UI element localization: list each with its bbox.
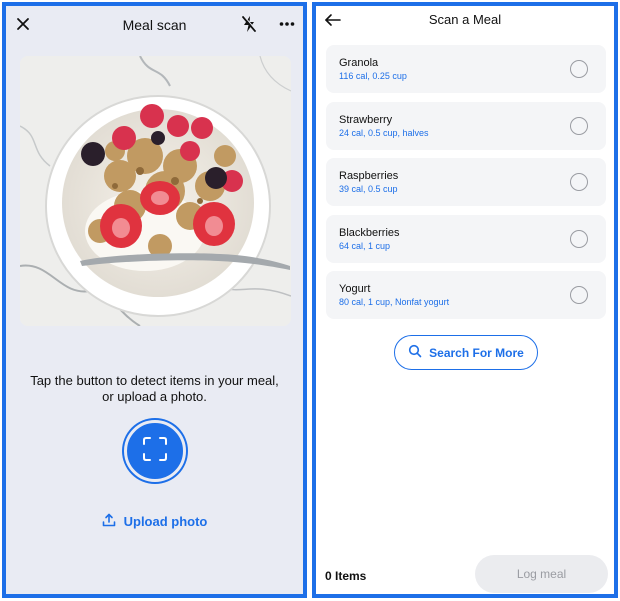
food-detail: 80 cal, 1 cup, Nonfat yogurt bbox=[339, 297, 450, 307]
items-count: 0 Items bbox=[325, 569, 367, 583]
page-title: Scan a Meal bbox=[428, 12, 502, 27]
food-name: Yogurt bbox=[339, 283, 371, 295]
upload-photo-label: Upload photo bbox=[123, 514, 208, 529]
food-name: Raspberries bbox=[339, 170, 399, 182]
scan-icon bbox=[142, 436, 168, 467]
detected-food-list: Granola 116 cal, 0.25 cup Strawberry 24 … bbox=[326, 45, 606, 328]
food-detail: 39 cal, 0.5 cup bbox=[339, 184, 398, 194]
food-name: Granola bbox=[339, 57, 379, 69]
search-icon bbox=[408, 344, 422, 361]
upload-icon bbox=[102, 513, 116, 530]
select-radio[interactable] bbox=[570, 60, 588, 78]
food-item-strawberry[interactable]: Strawberry 24 cal, 0.5 cup, halves bbox=[326, 101, 606, 150]
log-meal-button[interactable]: Log meal bbox=[475, 555, 608, 593]
food-item-yogurt[interactable]: Yogurt 80 cal, 1 cup, Nonfat yogurt bbox=[326, 271, 606, 319]
scan-results-screen: Scan a Meal Granola 116 cal, 0.25 cup St… bbox=[312, 2, 618, 598]
page-title: Meal scan bbox=[122, 17, 187, 33]
scan-instructions: Tap the button to detect items in your m… bbox=[30, 373, 279, 404]
scan-button[interactable] bbox=[124, 420, 186, 482]
meal-scan-header: Meal scan bbox=[6, 6, 303, 46]
select-radio[interactable] bbox=[570, 173, 588, 191]
food-detail: 116 cal, 0.25 cup bbox=[339, 71, 407, 81]
search-for-more-button[interactable]: Search For More bbox=[394, 335, 538, 370]
food-item-granola[interactable]: Granola 116 cal, 0.25 cup bbox=[326, 45, 606, 93]
food-detail: 24 cal, 0.5 cup, halves bbox=[339, 127, 429, 138]
search-for-more-label: Search For More bbox=[429, 345, 524, 360]
select-radio[interactable] bbox=[570, 116, 588, 135]
food-item-raspberries[interactable]: Raspberries 39 cal, 0.5 cup bbox=[326, 158, 606, 206]
food-item-blackberries[interactable]: Blackberries 64 cal, 1 cup bbox=[326, 214, 606, 263]
meal-scan-screen: Meal scan Tap the button to detect items… bbox=[2, 2, 307, 598]
food-name: Strawberry bbox=[339, 113, 393, 126]
flash-off-icon[interactable] bbox=[241, 15, 257, 33]
upload-photo-button[interactable]: Upload photo bbox=[6, 513, 303, 530]
food-detail: 64 cal, 1 cup bbox=[339, 240, 391, 251]
food-name: Blackberries bbox=[339, 226, 400, 239]
select-radio[interactable] bbox=[570, 229, 588, 248]
meal-photo bbox=[20, 56, 291, 326]
select-radio[interactable] bbox=[570, 286, 588, 304]
more-icon[interactable] bbox=[278, 15, 296, 33]
